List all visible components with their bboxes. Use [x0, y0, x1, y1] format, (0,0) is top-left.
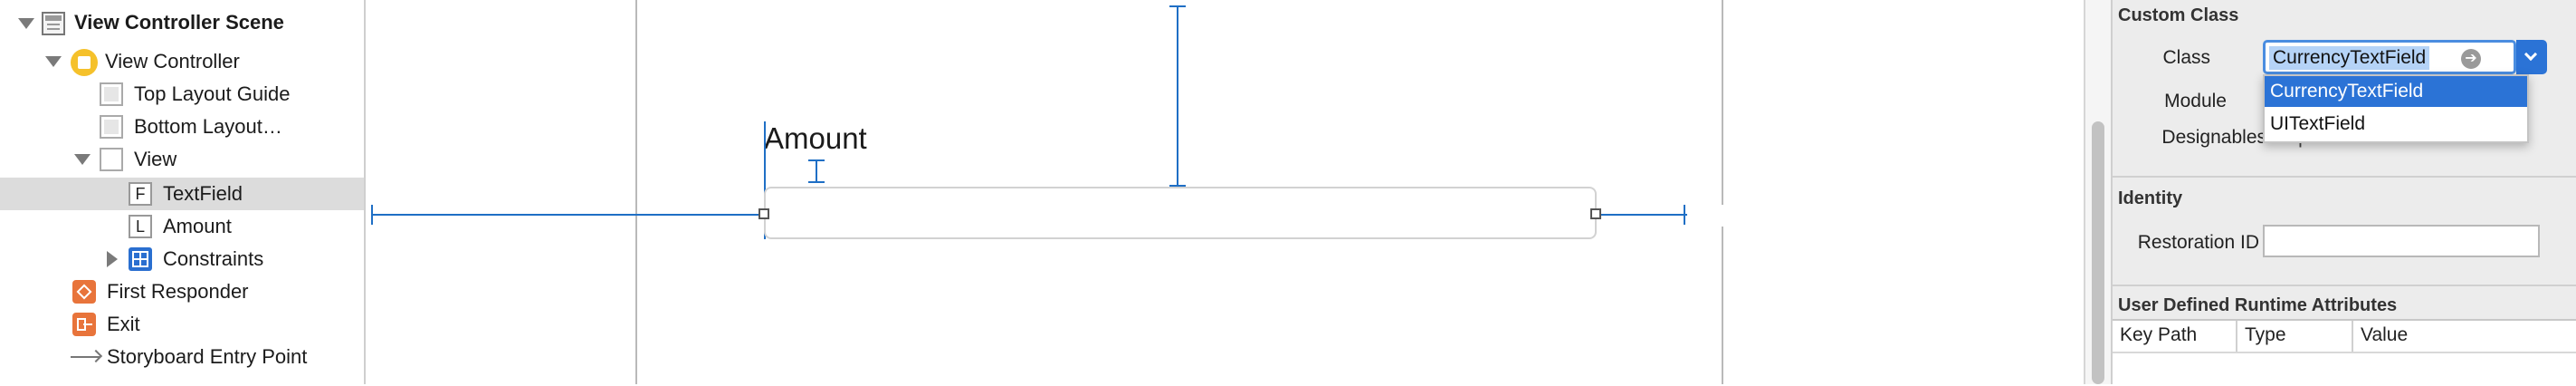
section-divider	[2113, 176, 2576, 178]
chevron-down-icon	[2524, 47, 2538, 62]
constraints-icon	[129, 247, 152, 271]
vertical-spacing-cap	[808, 181, 825, 183]
outline-label: View	[134, 148, 177, 170]
class-dropdown-button[interactable]	[2516, 40, 2547, 74]
module-label: Module	[2164, 91, 2227, 111]
outline-label: TextField	[163, 182, 243, 205]
entry-arrow-icon	[71, 349, 103, 363]
currency-text-field[interactable]	[764, 187, 1597, 239]
class-input[interactable]: CurrencyTextField	[2269, 46, 2430, 70]
section-title-runtime-attributes: User Defined Runtime Attributes	[2118, 295, 2398, 315]
textfield-icon: F	[129, 182, 152, 206]
designables-label: Designables	[2161, 127, 2266, 148]
column-value[interactable]: Value	[2361, 324, 2408, 346]
outline-label: View Controller Scene	[74, 11, 284, 34]
dropdown-option-uitextfield[interactable]: UITextField	[2265, 109, 2527, 140]
outline-row-constraints[interactable]: Constraints	[0, 243, 364, 275]
outline-row-textfield[interactable]: F TextField	[0, 178, 364, 210]
outline-label: Constraints	[163, 247, 264, 270]
outline-row-view[interactable]: View	[0, 143, 364, 176]
scene-icon	[42, 12, 65, 35]
class-label: Class	[2162, 47, 2210, 68]
amount-label[interactable]: Amount	[764, 121, 867, 156]
trailing-constraint-cap	[1684, 205, 1685, 225]
column-divider	[2236, 321, 2237, 352]
outline-label: First Responder	[107, 280, 249, 303]
outline-label: Amount	[163, 215, 232, 237]
column-type[interactable]: Type	[2245, 324, 2286, 346]
section-title-custom-class: Custom Class	[2118, 5, 2239, 25]
class-dropdown-list[interactable]: CurrencyTextField UITextField	[2263, 74, 2529, 143]
canvas-scrollbar-track[interactable]	[2084, 0, 2113, 384]
vertical-spacing-cap	[808, 159, 825, 161]
table-header: Key Path Type Value	[2113, 321, 2576, 353]
outline-row-bottom-layout-guide[interactable]: Bottom Layout…	[0, 111, 364, 143]
outline-row-amount[interactable]: L Amount	[0, 210, 364, 243]
column-key-path[interactable]: Key Path	[2120, 324, 2197, 346]
view-controller-icon	[71, 49, 98, 76]
resize-handle-right[interactable]	[1590, 208, 1601, 219]
top-constraint-cap	[1169, 5, 1186, 7]
column-divider	[2352, 321, 2353, 352]
textfield-badge: F	[135, 185, 146, 203]
outline-row-view-controller[interactable]: View Controller	[0, 45, 364, 78]
outline-row-entry-point[interactable]: Storyboard Entry Point	[0, 341, 364, 373]
outline-label: Bottom Layout…	[134, 115, 282, 138]
layout-guide-icon	[100, 115, 123, 139]
exit-icon	[72, 313, 96, 336]
disclosure-down-icon[interactable]	[18, 18, 34, 29]
canvas-scrollbar-thumb[interactable]	[2092, 121, 2104, 384]
first-responder-icon	[72, 280, 96, 304]
label-icon: L	[129, 215, 152, 238]
outline-label: Exit	[107, 313, 140, 335]
leading-constraint[interactable]	[371, 214, 764, 216]
scene-left-edge	[635, 0, 637, 384]
outline-row-first-responder[interactable]: First Responder	[0, 275, 364, 308]
disclosure-down-icon[interactable]	[45, 56, 62, 67]
restoration-id-field[interactable]	[2263, 225, 2540, 257]
outline-label: Storyboard Entry Point	[107, 345, 308, 368]
outline-row-scene[interactable]: View Controller Scene	[0, 7, 364, 40]
storyboard-canvas[interactable]: Amount	[366, 0, 2085, 384]
disclosure-down-icon[interactable]	[74, 154, 91, 165]
restoration-id-label: Restoration ID	[2137, 232, 2259, 253]
view-icon	[100, 148, 123, 171]
top-constraint[interactable]	[1177, 5, 1178, 187]
layout-guide-icon	[100, 82, 123, 106]
document-outline: View Controller Scene View Controller To…	[0, 0, 366, 384]
section-title-identity: Identity	[2118, 188, 2183, 208]
leading-constraint-cap	[371, 205, 373, 225]
canvas-mask	[1687, 205, 2085, 227]
section-divider	[2113, 285, 2576, 286]
resize-handle-left[interactable]	[758, 208, 769, 219]
disclosure-right-icon[interactable]	[107, 251, 118, 267]
scene-right-edge	[1722, 0, 1723, 384]
vertical-spacing-constraint[interactable]	[816, 159, 817, 183]
runtime-attributes-table[interactable]: Key Path Type Value	[2113, 319, 2576, 386]
label-badge: L	[135, 217, 145, 236]
identity-inspector: Custom Class Class CurrencyTextField ➔ M…	[2111, 0, 2576, 386]
outline-row-exit[interactable]: Exit	[0, 308, 364, 341]
class-combo-box[interactable]: CurrencyTextField ➔	[2263, 40, 2516, 74]
outline-row-top-layout-guide[interactable]: Top Layout Guide	[0, 78, 364, 111]
outline-label: View Controller	[105, 50, 240, 72]
dropdown-option-currencytextfield[interactable]: CurrencyTextField	[2265, 76, 2527, 107]
outline-label: Top Layout Guide	[134, 82, 291, 105]
navigate-arrow-icon[interactable]: ➔	[2461, 49, 2481, 69]
